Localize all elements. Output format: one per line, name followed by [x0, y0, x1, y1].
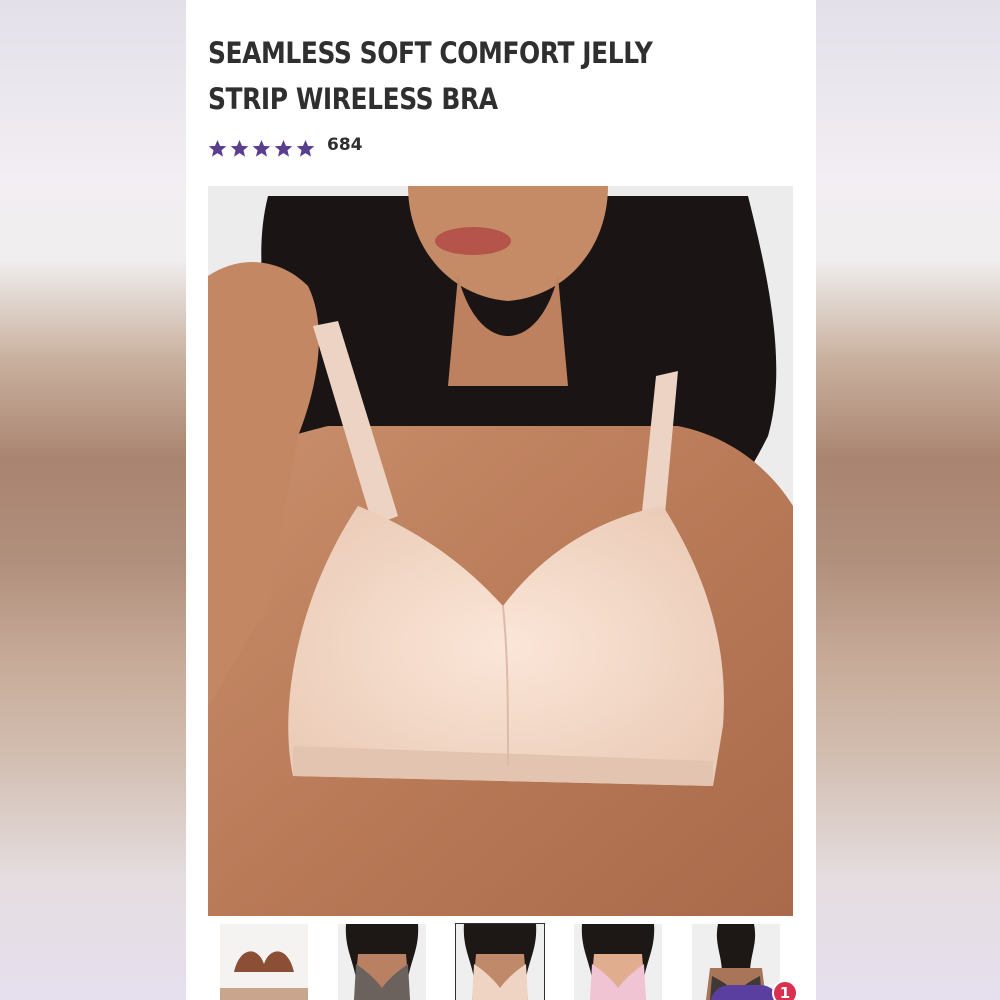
product-photo-icon [208, 186, 793, 916]
star-icon [252, 139, 271, 157]
thumb-model-nude-icon [456, 924, 544, 1000]
rating-stars [208, 139, 315, 158]
thumb-flatlay-icon [220, 924, 308, 1000]
thumb-model-grey-icon [338, 924, 426, 1000]
star-icon [274, 139, 293, 157]
thumb-model-pink-icon [574, 924, 662, 1000]
main-product-image[interactable] [208, 186, 793, 916]
product-rating[interactable]: 684 [208, 135, 363, 158]
star-icon [230, 139, 249, 157]
cart-button[interactable] [710, 985, 780, 1000]
product-card: SEAMLESS SOFT COMFORT JELLY STRIP WIRELE… [186, 0, 816, 1000]
thumbnail-strip [220, 923, 786, 1000]
star-icon [208, 139, 227, 157]
star-icon [296, 139, 315, 157]
thumb-bra-grey[interactable] [338, 924, 426, 1000]
cart-count-badge: 1 [772, 980, 798, 1000]
thumb-bra-pink[interactable] [574, 924, 662, 1000]
review-count[interactable]: 684 [327, 135, 363, 155]
product-title: SEAMLESS SOFT COMFORT JELLY STRIP WIRELE… [208, 36, 653, 116]
thumb-bra-flatlay[interactable] [220, 924, 308, 1000]
thumb-bra-nude[interactable] [455, 923, 545, 1000]
